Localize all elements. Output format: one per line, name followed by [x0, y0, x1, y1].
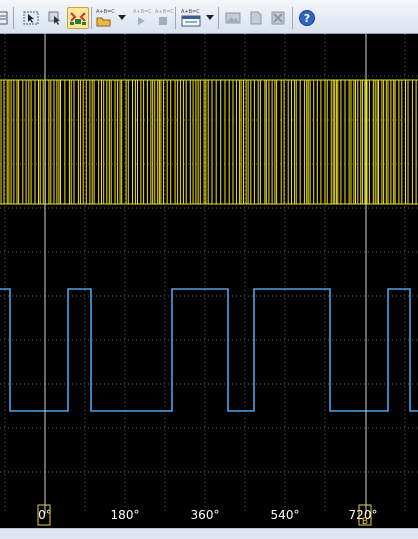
toolbar-separator	[218, 7, 219, 29]
angle-label-360: 360°	[191, 508, 220, 522]
toolbar: A+B=C A+B=C A+B=C A+B=C ?	[0, 0, 418, 34]
panel-icon	[0, 11, 8, 25]
play-icon	[138, 17, 145, 25]
toolbar-separator	[175, 7, 176, 29]
document-icon	[250, 11, 262, 25]
chevron-down-icon[interactable]	[118, 15, 126, 20]
delete-button[interactable]	[268, 7, 288, 29]
stop-icon	[159, 17, 167, 25]
scope-canvas[interactable]: 0° 180° 360° 540° 720° B	[0, 34, 418, 528]
panel-button[interactable]	[0, 7, 10, 29]
zoom-button[interactable]	[67, 7, 89, 29]
chevron-down-icon[interactable]	[206, 15, 214, 20]
svg-text:?: ?	[304, 12, 310, 25]
measure-button[interactable]	[44, 7, 66, 29]
table-icon	[181, 15, 201, 27]
toolbar-separator	[13, 7, 14, 29]
digital-signal-trace	[0, 79, 418, 205]
table-button[interactable]	[180, 14, 202, 28]
angle-label-180: 180°	[111, 508, 140, 522]
play-button[interactable]	[133, 14, 149, 28]
select-icon	[23, 11, 39, 25]
help-icon: ?	[299, 10, 315, 26]
open-file-icon	[96, 17, 111, 27]
delete-icon	[271, 11, 285, 25]
angle-label-540: 540°	[271, 508, 300, 522]
digital-edges	[0, 80, 417, 204]
square-wave-trace	[0, 288, 418, 412]
image-button[interactable]	[222, 7, 244, 29]
toolbar-separator	[292, 7, 293, 29]
document-button[interactable]	[246, 7, 266, 29]
toolbar-separator	[91, 7, 92, 29]
measure-icon	[48, 11, 60, 25]
stop-button[interactable]	[155, 14, 171, 28]
select-button[interactable]	[20, 7, 42, 29]
scope-display[interactable]: 0° 180° 360° 540° 720° B	[0, 34, 418, 528]
zoom-icon	[70, 12, 86, 25]
open-file-button[interactable]	[95, 14, 113, 28]
help-button[interactable]: ?	[296, 7, 318, 29]
cursor-b-marker: B	[362, 517, 368, 527]
image-icon	[225, 12, 241, 24]
status-bar	[0, 528, 418, 539]
